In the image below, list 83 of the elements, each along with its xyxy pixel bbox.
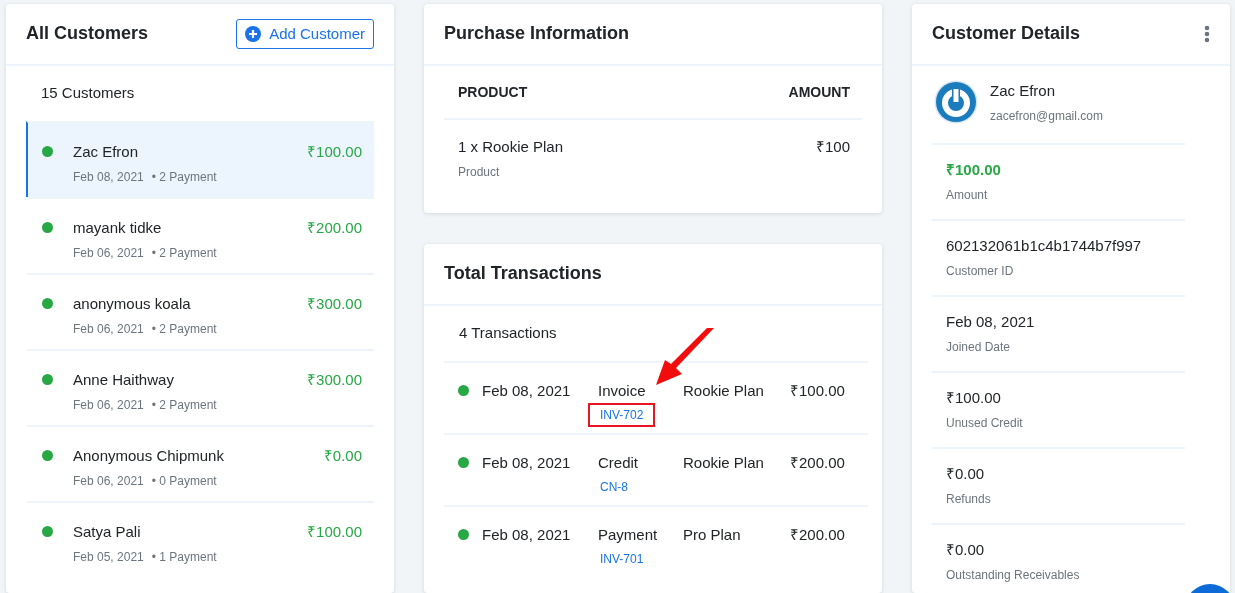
- detail-label: Refunds: [946, 490, 992, 508]
- column-header: PRODUCT: [458, 82, 528, 102]
- customer-date: Feb 08, 2021: [73, 168, 144, 186]
- detail-label: Outstanding Receivables: [946, 566, 1081, 584]
- detail-label: Amount: [946, 186, 989, 204]
- detail-value: ₹0.00: [946, 540, 986, 560]
- reference-link[interactable]: CN-8: [588, 474, 640, 499]
- transaction-amount: ₹100.00: [790, 381, 845, 401]
- customer-item[interactable]: Satya Pali Feb 05, 2021 • 1 Payment ₹100.00: [26, 501, 374, 577]
- customer-name: Zac Efron: [990, 81, 1057, 101]
- panel-title: Customer Details: [932, 23, 1081, 45]
- status-dot: [458, 385, 469, 396]
- transaction-date: Feb 08, 2021: [482, 453, 572, 473]
- panel-title: Total Transactions: [444, 263, 602, 285]
- status-dot: [458, 457, 469, 468]
- customer-date: Feb 06, 2021: [73, 320, 144, 338]
- transaction-amount: ₹200.00: [790, 525, 845, 545]
- detail-value: ₹100.00: [946, 388, 1002, 408]
- payment-count: • 2 Payment: [151, 244, 217, 262]
- plus-circle-icon: [245, 26, 262, 42]
- payment-count: • 2 Payment: [151, 396, 217, 414]
- avatar-icon: [934, 80, 978, 124]
- customer-date: Feb 05, 2021: [73, 548, 144, 566]
- detail-label: Unused Credit: [946, 414, 1024, 432]
- customer-item[interactable]: Zac Efron Feb 08, 2021 • 2 Payment ₹100.00: [26, 121, 374, 197]
- plan-name: Pro Plan: [683, 525, 742, 545]
- customer-amount: ₹200.00: [307, 218, 362, 238]
- customer-name: Anne Haithway: [73, 370, 175, 390]
- customer-item[interactable]: Anne Haithway Feb 06, 2021 • 2 Payment ₹300.00: [26, 349, 374, 425]
- panel-title: All Customers: [26, 23, 149, 45]
- detail-value: ₹0.00: [946, 464, 986, 484]
- detail-label: Customer ID: [946, 262, 1015, 280]
- customer-item[interactable]: mayank tidke Feb 06, 2021 • 2 Payment ₹200.00: [26, 197, 374, 273]
- add-customer-button[interactable]: Add Customer: [236, 18, 374, 50]
- transaction-date: Feb 08, 2021: [482, 525, 572, 545]
- transaction-type: Payment: [598, 525, 659, 545]
- detail-label: Joined Date: [946, 338, 1012, 356]
- customer-amount: ₹300.00: [307, 370, 362, 390]
- customer-name: Satya Pali: [73, 522, 142, 542]
- status-dot: [42, 298, 53, 309]
- status-dot: [458, 529, 469, 540]
- customer-date: Feb 06, 2021: [73, 472, 144, 490]
- customer-amount: ₹100.00: [307, 522, 362, 542]
- transaction-type: Invoice: [598, 381, 647, 401]
- column-header: AMOUNT: [788, 82, 850, 102]
- customer-name: mayank tidke: [73, 218, 163, 238]
- customer-amount: ₹300.00: [307, 294, 362, 314]
- payment-count: • 0 Payment: [151, 472, 217, 490]
- customer-item[interactable]: Anonymous Chipmunk Feb 06, 2021 • 0 Payment ₹0.00: [26, 425, 374, 501]
- customer-amount: ₹100.00: [307, 142, 362, 162]
- status-dot: [42, 450, 53, 461]
- customer-name: Anonymous Chipmunk: [73, 446, 225, 466]
- product-name: 1 x Rookie Plan: [458, 137, 564, 157]
- product-amount: ₹100: [815, 137, 850, 157]
- payment-count: • 2 Payment: [151, 168, 217, 186]
- plan-name: Rookie Plan: [683, 453, 765, 473]
- customer-name: Zac Efron: [73, 142, 140, 162]
- transaction-amount: ₹200.00: [790, 453, 845, 473]
- customer-date: Feb 06, 2021: [73, 244, 144, 262]
- product-type: Product: [458, 163, 501, 181]
- plan-name: Rookie Plan: [683, 381, 765, 401]
- reference-link[interactable]: INV-702: [588, 402, 656, 427]
- more-options-icon[interactable]: [1204, 25, 1210, 43]
- status-dot: [42, 526, 53, 537]
- panel-title: Purchase Information: [444, 23, 630, 45]
- customer-date: Feb 06, 2021: [73, 396, 144, 414]
- payment-count: • 1 Payment: [151, 548, 217, 566]
- amount-value: ₹100.00: [946, 160, 1002, 180]
- reference-link[interactable]: INV-701: [588, 546, 656, 571]
- customer-amount: ₹0.00: [323, 446, 362, 466]
- customer-item[interactable]: anonymous koala Feb 06, 2021 • 2 Payment ₹300.00: [26, 273, 374, 349]
- status-dot: [42, 222, 53, 233]
- customer-count: 15 Customers: [41, 83, 135, 104]
- customer-name: anonymous koala: [73, 294, 192, 314]
- transaction-date: Feb 08, 2021: [482, 381, 572, 401]
- transaction-type: Credit: [598, 453, 639, 473]
- status-dot: [42, 146, 53, 157]
- payment-count: • 2 Payment: [151, 320, 217, 338]
- detail-value: Feb 08, 2021: [946, 312, 1036, 332]
- transaction-count: 4 Transactions: [459, 323, 557, 344]
- status-dot: [42, 374, 53, 385]
- customer-email: zacefron@gmail.com: [990, 107, 1103, 125]
- detail-value: 602132061b1c4b1744b7f997: [946, 236, 1143, 256]
